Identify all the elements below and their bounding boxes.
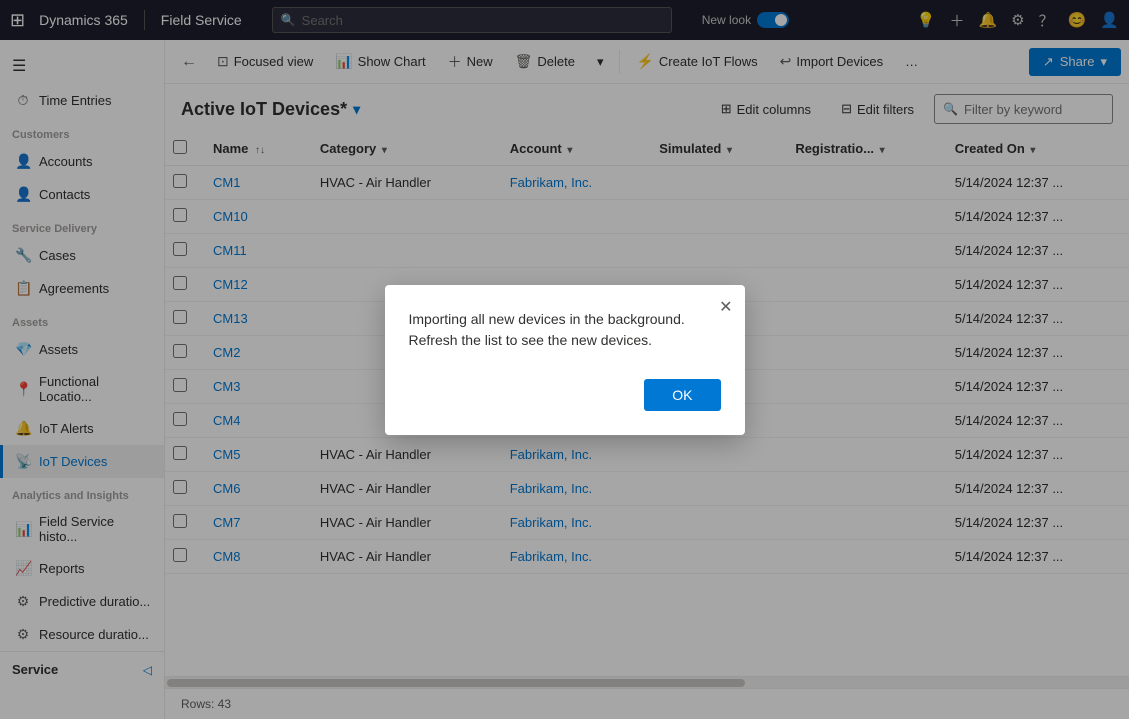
modal-close-icon: ✕ bbox=[719, 299, 732, 316]
modal-ok-button[interactable]: OK bbox=[644, 379, 720, 411]
import-dialog: ✕ Importing all new devices in the backg… bbox=[385, 285, 745, 435]
modal-footer: OK bbox=[409, 379, 721, 411]
modal-ok-label: OK bbox=[672, 387, 692, 403]
modal-close-button[interactable]: ✕ bbox=[719, 297, 732, 317]
modal-message: Importing all new devices in the backgro… bbox=[409, 309, 721, 351]
modal-overlay: ✕ Importing all new devices in the backg… bbox=[0, 0, 1129, 719]
